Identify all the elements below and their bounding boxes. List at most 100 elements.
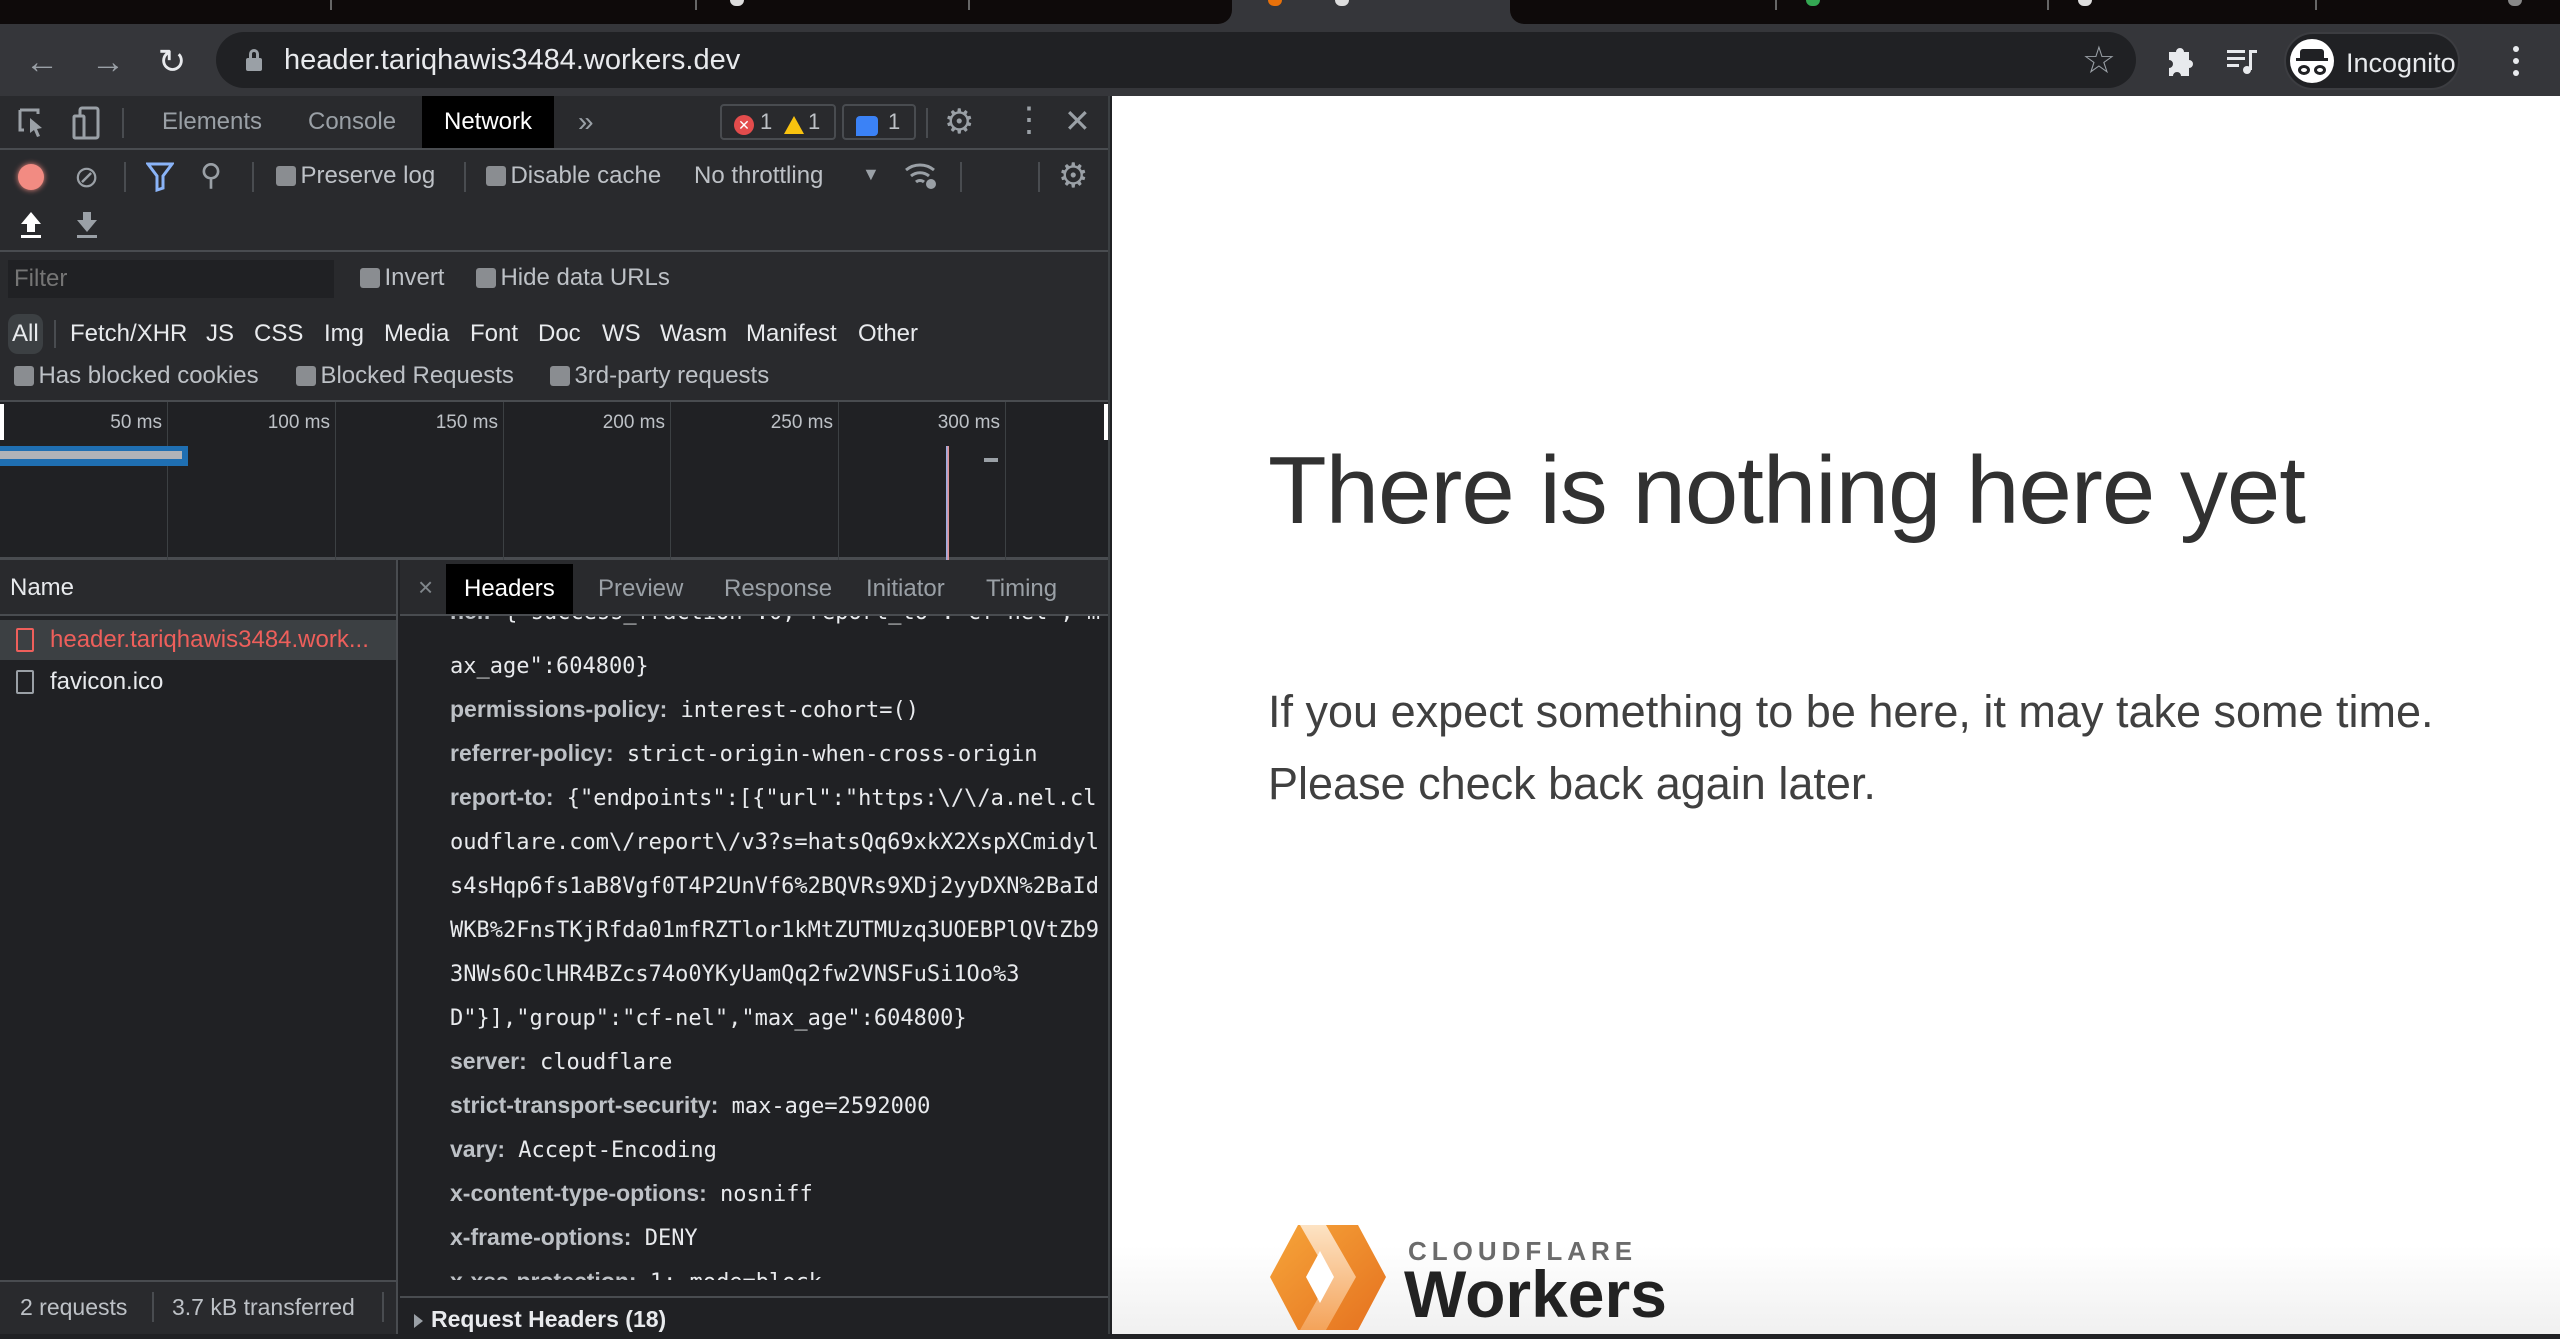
- issues-counter[interactable]: ✕ 1 1: [720, 104, 836, 140]
- devtools-menu-icon[interactable]: ⋮: [1012, 100, 1046, 140]
- throttling-select[interactable]: No throttling: [694, 162, 823, 190]
- response-header-line: x-xss-protection: 1; mode=block: [450, 1260, 822, 1280]
- hide-data-urls-checkbox[interactable]: Hide data URLs: [476, 264, 670, 292]
- has-blocked-cookies-checkbox[interactable]: Has blocked cookies: [14, 362, 259, 390]
- media-control-icon[interactable]: [2225, 44, 2259, 85]
- blocked-requests-checkbox[interactable]: Blocked Requests: [296, 362, 514, 390]
- invert-checkbox[interactable]: Invert: [360, 264, 444, 292]
- url-text[interactable]: header.tariqhawis3484.workers.dev: [284, 44, 740, 77]
- blocked-requests-label: Blocked Requests: [320, 362, 514, 389]
- lock-icon[interactable]: [246, 49, 262, 71]
- throttling-dropdown-icon[interactable]: ▼: [862, 164, 880, 185]
- address-bar[interactable]: header.tariqhawis3484.workers.dev ☆: [216, 32, 2136, 88]
- request-headers-section[interactable]: Request Headers (18): [400, 1296, 1108, 1334]
- filter-type-manifest[interactable]: Manifest: [742, 314, 841, 354]
- forward-button[interactable]: →: [88, 42, 128, 82]
- tick-label: 150 ms: [435, 412, 498, 433]
- message-count: 1: [888, 109, 901, 134]
- filter-type-fetch-xhr[interactable]: Fetch/XHR: [66, 314, 191, 354]
- export-har-icon[interactable]: [74, 210, 100, 245]
- grid-line: [167, 402, 168, 560]
- divider: [1038, 162, 1040, 192]
- filter-type-doc[interactable]: Doc: [534, 314, 585, 354]
- devtools-settings-gear-icon[interactable]: ⚙: [944, 102, 974, 142]
- device-toolbar-icon[interactable]: [72, 106, 102, 145]
- divider: [464, 162, 466, 192]
- tab-separator: [330, 0, 332, 10]
- filter-type-other[interactable]: Other: [854, 314, 922, 354]
- header-value: 3NWs6OclHR4BZcs74o0YKyUamQq2fw2VNSFuSi1O…: [450, 962, 1020, 987]
- tab-response[interactable]: Response: [706, 564, 850, 614]
- tab-separator: [2047, 0, 2049, 10]
- tab-elements[interactable]: Elements: [140, 96, 284, 148]
- tab-console[interactable]: Console: [286, 96, 418, 148]
- filter-type-media[interactable]: Media: [380, 314, 453, 354]
- response-header-line: referrer-policy: strict-origin-when-cros…: [450, 732, 1037, 776]
- filter-funnel-icon[interactable]: [145, 162, 175, 197]
- filter-type-img[interactable]: Img: [320, 314, 368, 354]
- import-har-icon[interactable]: [18, 210, 44, 245]
- divider: [122, 108, 124, 138]
- filter-type-wasm[interactable]: Wasm: [656, 314, 731, 354]
- request-row[interactable]: favicon.ico: [0, 662, 396, 702]
- divider: [926, 108, 928, 138]
- search-icon[interactable]: ⚲: [200, 158, 222, 193]
- reload-button[interactable]: ↻: [152, 42, 192, 82]
- request-row[interactable]: header.tariqhawis3484.work...: [0, 620, 396, 660]
- disable-cache-checkbox[interactable]: Disable cache: [486, 162, 661, 190]
- tab-initiator[interactable]: Initiator: [848, 564, 963, 614]
- close-detail-icon[interactable]: ×: [418, 572, 433, 603]
- header-value: D"}],"group":"cf-nel","max_age":604800}: [450, 1006, 967, 1031]
- header-key: permissions-policy:: [450, 696, 668, 722]
- filter-type-css[interactable]: CSS: [250, 314, 307, 354]
- expand-triangle-icon[interactable]: [414, 1313, 423, 1328]
- tab-favicon-active[interactable]: [1268, 0, 1282, 6]
- network-settings-gear-icon[interactable]: ⚙: [1058, 156, 1088, 196]
- response-header-line: server: cloudflare: [450, 1040, 672, 1084]
- file-icon: [16, 670, 34, 694]
- header-value: Accept-Encoding: [504, 1138, 717, 1163]
- messages-counter[interactable]: 1: [842, 104, 916, 140]
- filter-type-ws[interactable]: WS: [598, 314, 645, 354]
- close-devtools-icon[interactable]: ✕: [1064, 102, 1091, 140]
- filter-type-font[interactable]: Font: [466, 314, 522, 354]
- back-button[interactable]: ←: [22, 42, 62, 82]
- response-header-line: D"}],"group":"cf-nel","max_age":604800}: [450, 996, 967, 1040]
- grid-line: [1005, 402, 1006, 560]
- third-party-requests-checkbox[interactable]: 3rd-party requests: [550, 362, 769, 390]
- disable-cache-label: Disable cache: [510, 162, 662, 189]
- clear-icon[interactable]: ⊘: [74, 160, 99, 195]
- tab-preview[interactable]: Preview: [580, 564, 701, 614]
- filter-input[interactable]: [8, 260, 334, 298]
- inspect-element-icon[interactable]: [18, 108, 48, 145]
- tick-label: 100 ms: [267, 412, 330, 433]
- more-tabs-chevron-icon[interactable]: »: [556, 96, 616, 148]
- header-key: x-xss-protection:: [450, 1268, 637, 1280]
- browser-menu-icon[interactable]: [2506, 42, 2526, 82]
- timeline-right-handle[interactable]: [1104, 404, 1108, 440]
- bookmark-star-icon[interactable]: ☆: [2082, 38, 2116, 83]
- page-heading: There is nothing here yet: [1268, 437, 2306, 544]
- network-conditions-wifi-icon[interactable]: [904, 158, 940, 197]
- filter-type-js[interactable]: JS: [202, 314, 238, 354]
- response-header-line: report-to: {"endpoints":[{"url":"https:\…: [450, 776, 1097, 820]
- request-count: 2 requests: [20, 1294, 128, 1320]
- preserve-log-checkbox[interactable]: Preserve log: [276, 162, 435, 190]
- incognito-profile-button[interactable]: Incognito: [2284, 32, 2460, 90]
- tab-network[interactable]: Network: [422, 96, 555, 148]
- timeline-left-handle[interactable]: [0, 404, 4, 440]
- extensions-puzzle-icon[interactable]: [2163, 44, 2195, 85]
- tab-headers[interactable]: Headers: [446, 564, 573, 614]
- load-event-marker: [946, 446, 949, 560]
- tab-separator: [695, 0, 697, 10]
- header-value: strict-origin-when-cross-origin: [613, 742, 1038, 767]
- name-column-header[interactable]: Name: [0, 560, 396, 616]
- tab-timing[interactable]: Timing: [968, 564, 1075, 614]
- network-overview-timeline[interactable]: 50 ms 100 ms 150 ms 200 ms 250 ms 300 ms: [0, 402, 1108, 560]
- header-value: max-age=2592000: [718, 1094, 931, 1119]
- filter-type-all[interactable]: All: [8, 314, 43, 354]
- header-value: s4sHqp6fs1aB8Vgf0T4P2UnVf6%2BQVRs9XDj2yy…: [450, 874, 1100, 899]
- warning-count: 1: [808, 109, 821, 134]
- tab-close-icon[interactable]: [1335, 0, 1349, 6]
- record-button[interactable]: [18, 164, 44, 190]
